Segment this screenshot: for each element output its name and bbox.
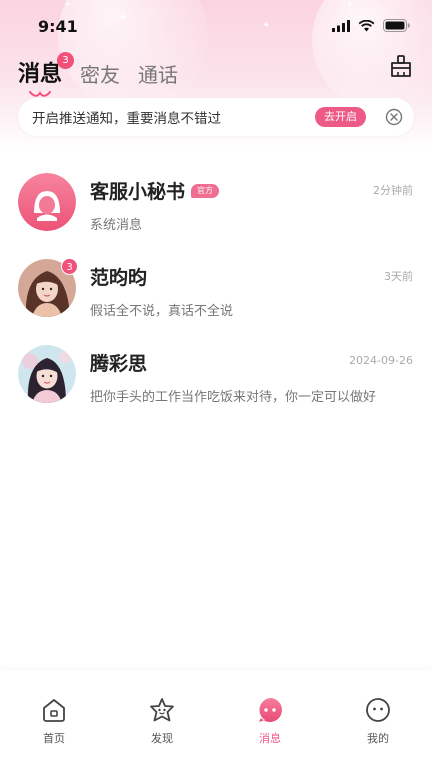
tab-messages[interactable]: 消息 3 — [18, 52, 75, 97]
contact-name-text: 客服小秘书 — [90, 181, 186, 203]
banner-text: 开启推送通知，重要消息不错过 — [32, 111, 221, 127]
nav-messages[interactable]: 消息 — [240, 696, 300, 746]
wifi-icon — [358, 19, 375, 31]
user-photo-icon — [18, 345, 76, 403]
avatar — [18, 173, 76, 231]
unread-badge: 3 — [57, 52, 75, 69]
message-preview: 把你手头的工作当作吃饭来对待，你一定可以做好 — [90, 390, 377, 405]
nav-discover[interactable]: 发现 — [132, 696, 192, 746]
message-time: 2024-09-26 — [349, 354, 413, 367]
message-icon — [259, 698, 282, 722]
avatar — [18, 345, 76, 403]
enable-push-button[interactable]: 去开启 — [315, 107, 366, 127]
tab-calls[interactable]: 通话 — [138, 60, 178, 90]
contact-name: 腾彩思 — [90, 349, 147, 376]
status-icons — [332, 19, 410, 32]
clear-unread-broom-icon[interactable] — [388, 53, 414, 79]
home-icon — [43, 699, 65, 722]
unread-badge: 3 — [61, 258, 78, 275]
contact-name: 客服小秘书 官方 — [90, 177, 220, 204]
avatar: 3 — [18, 258, 78, 317]
conversation-row[interactable]: 腾彩思 2024-09-26 把你手头的工作当作吃饭来对待，你一定可以做好 — [0, 332, 432, 418]
conversation-row[interactable]: 3 范昀昀 3天前 假话全不说，真话不全说 — [0, 246, 432, 332]
tab-close-friends[interactable]: 密友 — [80, 60, 120, 90]
nav-profile[interactable]: 我的 — [348, 696, 408, 746]
service-avatar-icon — [18, 173, 76, 231]
tab-label: 通话 — [138, 63, 179, 87]
signal-icon — [332, 19, 350, 32]
status-time: 9:41 — [38, 17, 78, 36]
nav-label: 首页 — [43, 732, 65, 745]
official-badge: 官方 — [191, 183, 220, 198]
profile-icon — [366, 698, 390, 722]
message-tabs: 消息 3 密友 通话 — [18, 50, 178, 97]
contact-name-text: 腾彩思 — [90, 353, 148, 375]
nav-label: 消息 — [259, 732, 281, 745]
discover-icon — [150, 698, 174, 722]
message-preview: 系统消息 — [90, 218, 143, 233]
battery-icon — [383, 19, 410, 32]
conversation-row[interactable]: 客服小秘书 官方 2分钟前 系统消息 — [0, 160, 432, 246]
contact-name: 范昀昀 — [90, 263, 147, 290]
message-time: 3天前 — [384, 270, 413, 283]
close-icon[interactable] — [384, 107, 404, 127]
conversation-list: 客服小秘书 官方 2分钟前 系统消息 3 范昀昀 3天前 假话全不说，真话不全说… — [0, 160, 432, 418]
status-bar: 9:41 — [0, 0, 432, 50]
bottom-tab-bar: 首页 发现 消息 我的 — [0, 670, 432, 768]
message-preview: 假话全不说，真话不全说 — [90, 304, 234, 319]
nav-label: 发现 — [151, 732, 173, 745]
push-notification-banner: 开启推送通知，重要消息不错过 去开启 — [18, 98, 414, 136]
message-time: 2分钟前 — [373, 184, 413, 197]
nav-home[interactable]: 首页 — [24, 696, 84, 746]
contact-name-text: 范昀昀 — [90, 267, 148, 289]
tab-label: 消息 — [18, 62, 63, 87]
tab-label: 密友 — [80, 63, 121, 87]
nav-label: 我的 — [367, 732, 389, 745]
